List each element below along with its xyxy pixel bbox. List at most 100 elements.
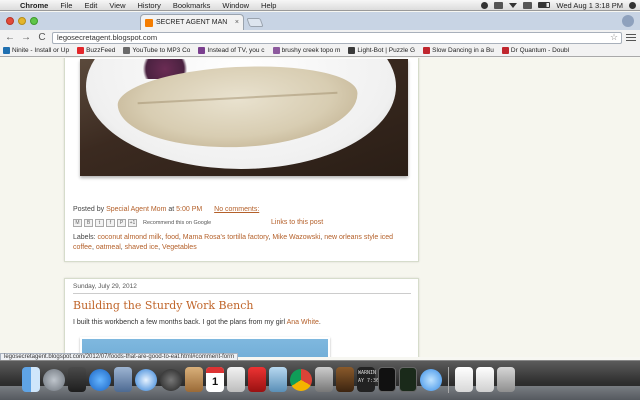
post-body-start: I built this workbench a few months back… [73,319,287,326]
time-machine-icon[interactable] [481,1,489,9]
reload-button[interactable]: C [36,32,48,44]
comments-link[interactable]: No comments: [214,206,259,213]
bookmark-item[interactable]: YouTube to MP3 Co [123,47,190,54]
dock-separator [448,367,449,393]
volume-icon[interactable] [523,1,533,9]
label-link[interactable]: Mama Rosa's tortilla factory [183,234,269,241]
quicktime-icon[interactable] [420,369,442,391]
menu-view[interactable]: View [103,1,131,10]
email-share-button[interactable]: M [73,219,82,227]
garageband-icon[interactable] [336,367,354,392]
chrome-icon[interactable] [290,369,312,391]
document-stack-icon[interactable] [476,367,494,392]
window-controls [6,17,38,25]
terminal-icon[interactable] [378,367,396,392]
label-link[interactable]: oatmeal [96,244,121,251]
pinterest-share-button[interactable]: P [117,219,126,227]
spotlight-icon[interactable] [629,1,636,9]
twitter-share-button[interactable]: t [95,219,104,227]
calendar-icon[interactable]: 1 [206,367,224,392]
battery-icon[interactable] [538,2,551,8]
google-plus-one-button[interactable]: +1 [128,219,137,227]
blogger-favicon-icon [145,18,153,27]
photo-booth-icon[interactable] [248,367,266,392]
label-link[interactable]: coconut almond milk [98,234,162,241]
blogthis-share-button[interactable]: B [84,219,93,227]
menu-bar: Chrome File Edit View History Bookmarks … [0,0,640,11]
address-bar[interactable]: legosecretagent.blogspot.com [52,31,622,44]
bookmark-item[interactable]: Slow Dancing in a Bu [423,47,494,54]
post-photo-fish[interactable] [80,59,408,176]
contacts-icon[interactable] [185,367,203,392]
facebook-share-button[interactable]: f [106,219,115,227]
bookmark-favicon-icon [348,47,356,54]
menu-window[interactable]: Window [216,1,255,10]
bookmark-item[interactable]: Instead of TV, you c [198,47,265,54]
menu-bookmarks[interactable]: Bookmarks [167,1,217,10]
links-to-post-link[interactable]: Links to this post [271,219,323,226]
trash-icon[interactable] [497,367,515,392]
tab-close-icon[interactable]: × [235,19,239,26]
console-icon[interactable]: WARNIN AY 7:36 [357,367,379,392]
notes-icon[interactable] [227,367,245,392]
label-link[interactable]: Vegetables [162,244,197,251]
menu-help[interactable]: Help [255,1,282,10]
ana-white-link[interactable]: Ana White [287,319,319,326]
bookmarks-bar: Ninite - Install or Up BuzzFeed YouTube to… [0,45,640,57]
bookmark-favicon-icon [272,47,280,54]
zoom-window-button[interactable] [30,17,38,25]
post-title-link[interactable]: Building the Sturdy Work Bench [73,299,253,312]
bookmark-label: BuzzFeed [86,47,116,54]
menu-file[interactable]: File [54,1,78,10]
author-link[interactable]: Special Agent Mom [106,206,166,213]
finder-icon[interactable] [22,367,40,392]
bookmark-item[interactable]: Dr Quantum - Doubl [501,47,569,54]
system-preferences-icon[interactable] [315,367,333,392]
bookmark-favicon-icon [423,47,431,54]
bookmark-favicon-icon [501,47,509,54]
facetime-icon[interactable] [160,369,182,391]
menu-history[interactable]: History [132,1,167,10]
iphoto-icon[interactable] [269,367,287,392]
preview-icon[interactable] [114,367,132,392]
bookmark-item[interactable]: BuzzFeed [77,47,115,54]
minimize-window-button[interactable] [18,17,26,25]
blog-post-workbench: Sunday, July 29, 2012 Building the Sturd… [64,278,419,357]
safari-icon[interactable] [135,369,157,391]
back-button[interactable]: ← [4,32,16,44]
bookmark-item[interactable]: Light-Bot | Puzzle G [348,47,415,54]
label-link[interactable]: food [165,234,179,241]
chrome-menu-icon[interactable] [626,34,636,41]
recommend-text: Recommend this on Google [143,220,212,226]
bookmark-favicon-icon [198,47,206,54]
app-store-icon[interactable] [89,369,111,391]
new-tab-button[interactable] [246,18,264,27]
bookmark-item[interactable]: brushy creek topo m [272,47,341,54]
label-link[interactable]: shaved ice [125,244,158,251]
bookmark-favicon-icon [77,47,85,54]
activity-monitor-icon[interactable] [399,367,417,392]
menu-edit[interactable]: Edit [78,1,103,10]
date-divider [73,293,411,294]
menubar-status-area: Wed Aug 1 3:18 PM [481,1,640,10]
menubar-clock[interactable]: Wed Aug 1 3:18 PM [556,1,623,10]
tab-secret-agent-man[interactable]: SECRET AGENT MAN × [140,14,244,30]
share-buttons: M B t f P +1 Recommend this on Google [73,219,211,227]
post-time-link[interactable]: 5:00 PM [176,206,202,213]
menu-app-chrome[interactable]: Chrome [14,1,54,10]
bluetooth-icon[interactable] [494,1,504,9]
bookmark-item[interactable]: Ninite - Install or Up [3,47,69,54]
mission-control-icon[interactable] [68,367,86,392]
profile-avatar[interactable] [622,15,634,27]
bookmark-favicon-icon [3,47,10,54]
wifi-icon[interactable] [509,2,518,8]
bookmark-favicon-icon [123,47,131,54]
document-icon[interactable] [455,367,473,392]
bookmark-star-icon[interactable]: ☆ [610,32,622,43]
post-labels: Labels: coconut almond milk, food, Mama … [73,234,394,251]
bookmark-label: brushy creek topo m [281,47,341,54]
close-window-button[interactable] [6,17,14,25]
forward-button[interactable]: → [20,32,32,44]
label-link[interactable]: Mike Wazowski [272,234,320,241]
launchpad-icon[interactable] [43,369,65,391]
